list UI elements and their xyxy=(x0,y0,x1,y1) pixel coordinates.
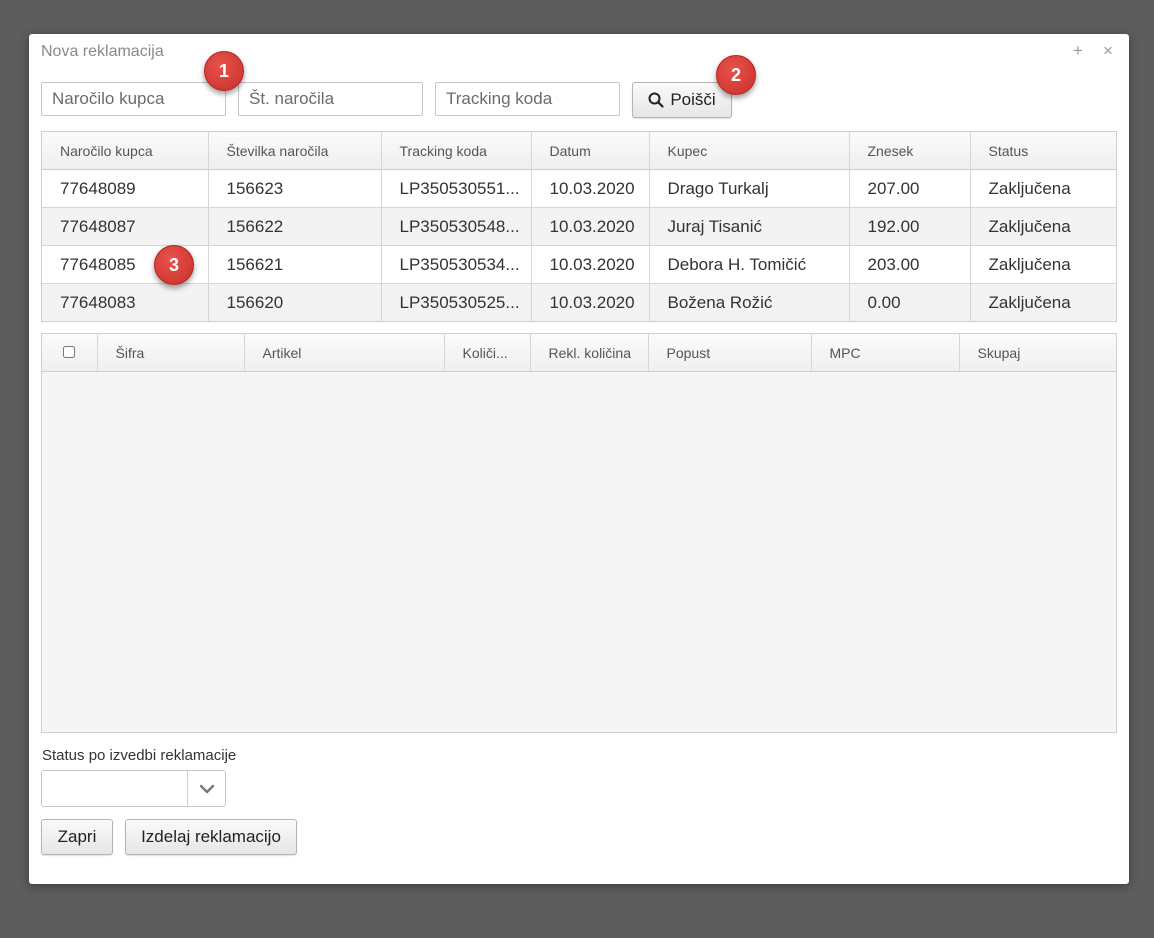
column-header[interactable]: Številka naročila xyxy=(208,132,382,170)
table-cell: Juraj Tisanić xyxy=(649,207,850,246)
close-button[interactable]: Zapri xyxy=(41,819,113,855)
table-cell: Zaključena xyxy=(970,207,1116,246)
column-header[interactable]: Tracking koda xyxy=(381,132,532,170)
column-header[interactable]: Status xyxy=(970,132,1116,170)
table-cell: 156623 xyxy=(208,169,382,208)
close-icon[interactable]: × xyxy=(1103,42,1113,60)
table-cell: 10.03.2020 xyxy=(531,207,650,246)
close-button-label: Zapri xyxy=(57,827,97,846)
tracking-code-input[interactable] xyxy=(435,82,620,116)
dialog-title: Nova reklamacija xyxy=(41,43,164,60)
search-button[interactable]: Poišči xyxy=(632,82,732,118)
new-complaint-dialog: Nova reklamacija + × Poišči 1 2 Naročilo… xyxy=(29,34,1129,884)
table-cell: 156622 xyxy=(208,207,382,246)
callout-badge-1: 1 xyxy=(204,51,244,91)
table-cell: LP350530525... xyxy=(381,283,532,321)
order-no-input[interactable] xyxy=(238,82,423,116)
table-cell: Zaključena xyxy=(970,245,1116,284)
table-cell: LP350530534... xyxy=(381,245,532,284)
column-header[interactable]: Znesek xyxy=(849,132,971,170)
search-button-label: Poišči xyxy=(670,90,716,109)
table-cell: LP350530551... xyxy=(381,169,532,208)
select-all-checkbox[interactable] xyxy=(63,345,76,358)
table-cell: 10.03.2020 xyxy=(531,245,650,284)
column-header[interactable]: Popust xyxy=(648,334,812,372)
orders-header-row: Naročilo kupca Številka naročila Trackin… xyxy=(42,132,1116,170)
column-header[interactable]: MPC xyxy=(811,334,960,372)
column-header[interactable]: Skupaj xyxy=(959,334,1116,372)
table-row[interactable]: 77648085 156621 LP350530534... 10.03.202… xyxy=(42,245,1116,284)
column-header[interactable]: Kupec xyxy=(649,132,850,170)
select-all-header xyxy=(42,334,98,372)
table-cell: 156621 xyxy=(208,245,382,284)
table-cell: Zaključena xyxy=(970,169,1116,208)
table-cell: 10.03.2020 xyxy=(531,169,650,208)
table-row[interactable]: 77648089 156623 LP350530551... 10.03.202… xyxy=(42,169,1116,208)
table-cell: 10.03.2020 xyxy=(531,283,650,321)
column-header[interactable]: Datum xyxy=(531,132,650,170)
status-after-label: Status po izvedbi reklamacije xyxy=(42,747,237,764)
items-table-body[interactable] xyxy=(42,372,1116,732)
column-header[interactable]: Količi... xyxy=(444,334,531,372)
table-cell: 156620 xyxy=(208,283,382,321)
search-icon xyxy=(648,92,664,108)
order-number-input[interactable] xyxy=(41,82,226,116)
table-cell: 192.00 xyxy=(849,207,971,246)
table-cell: Drago Turkalj xyxy=(649,169,850,208)
table-cell: 207.00 xyxy=(849,169,971,208)
maximize-icon[interactable]: + xyxy=(1073,42,1083,60)
callout-badge-2: 2 xyxy=(716,55,756,95)
column-header[interactable]: Rekl. količina xyxy=(530,334,649,372)
table-cell: Debora H. Tomičić xyxy=(649,245,850,284)
table-cell: 0.00 xyxy=(849,283,971,321)
create-complaint-button[interactable]: Izdelaj reklamacijo xyxy=(125,819,297,855)
orders-table: Naročilo kupca Številka naročila Trackin… xyxy=(41,131,1117,322)
chevron-down-icon[interactable] xyxy=(187,771,225,806)
column-header[interactable]: Artikel xyxy=(244,334,445,372)
callout-badge-3: 3 xyxy=(154,245,194,285)
table-cell: Zaključena xyxy=(970,283,1116,321)
table-row[interactable]: 77648083 156620 LP350530525... 10.03.202… xyxy=(42,283,1116,321)
table-cell: 77648087 xyxy=(42,207,209,246)
column-header[interactable]: Naročilo kupca xyxy=(42,132,209,170)
column-header[interactable]: Šifra xyxy=(97,334,245,372)
table-cell: 77648083 xyxy=(42,283,209,321)
table-cell: LP350530548... xyxy=(381,207,532,246)
create-complaint-button-label: Izdelaj reklamacijo xyxy=(141,827,281,846)
table-cell: 77648089 xyxy=(42,169,209,208)
status-after-select[interactable] xyxy=(41,770,226,807)
items-table: Šifra Artikel Količi... Rekl. količina P… xyxy=(41,333,1117,733)
table-row[interactable]: 77648087 156622 LP350530548... 10.03.202… xyxy=(42,207,1116,246)
items-header-row: Šifra Artikel Količi... Rekl. količina P… xyxy=(42,334,1116,372)
table-cell: Božena Rožić xyxy=(649,283,850,321)
table-cell: 203.00 xyxy=(849,245,971,284)
